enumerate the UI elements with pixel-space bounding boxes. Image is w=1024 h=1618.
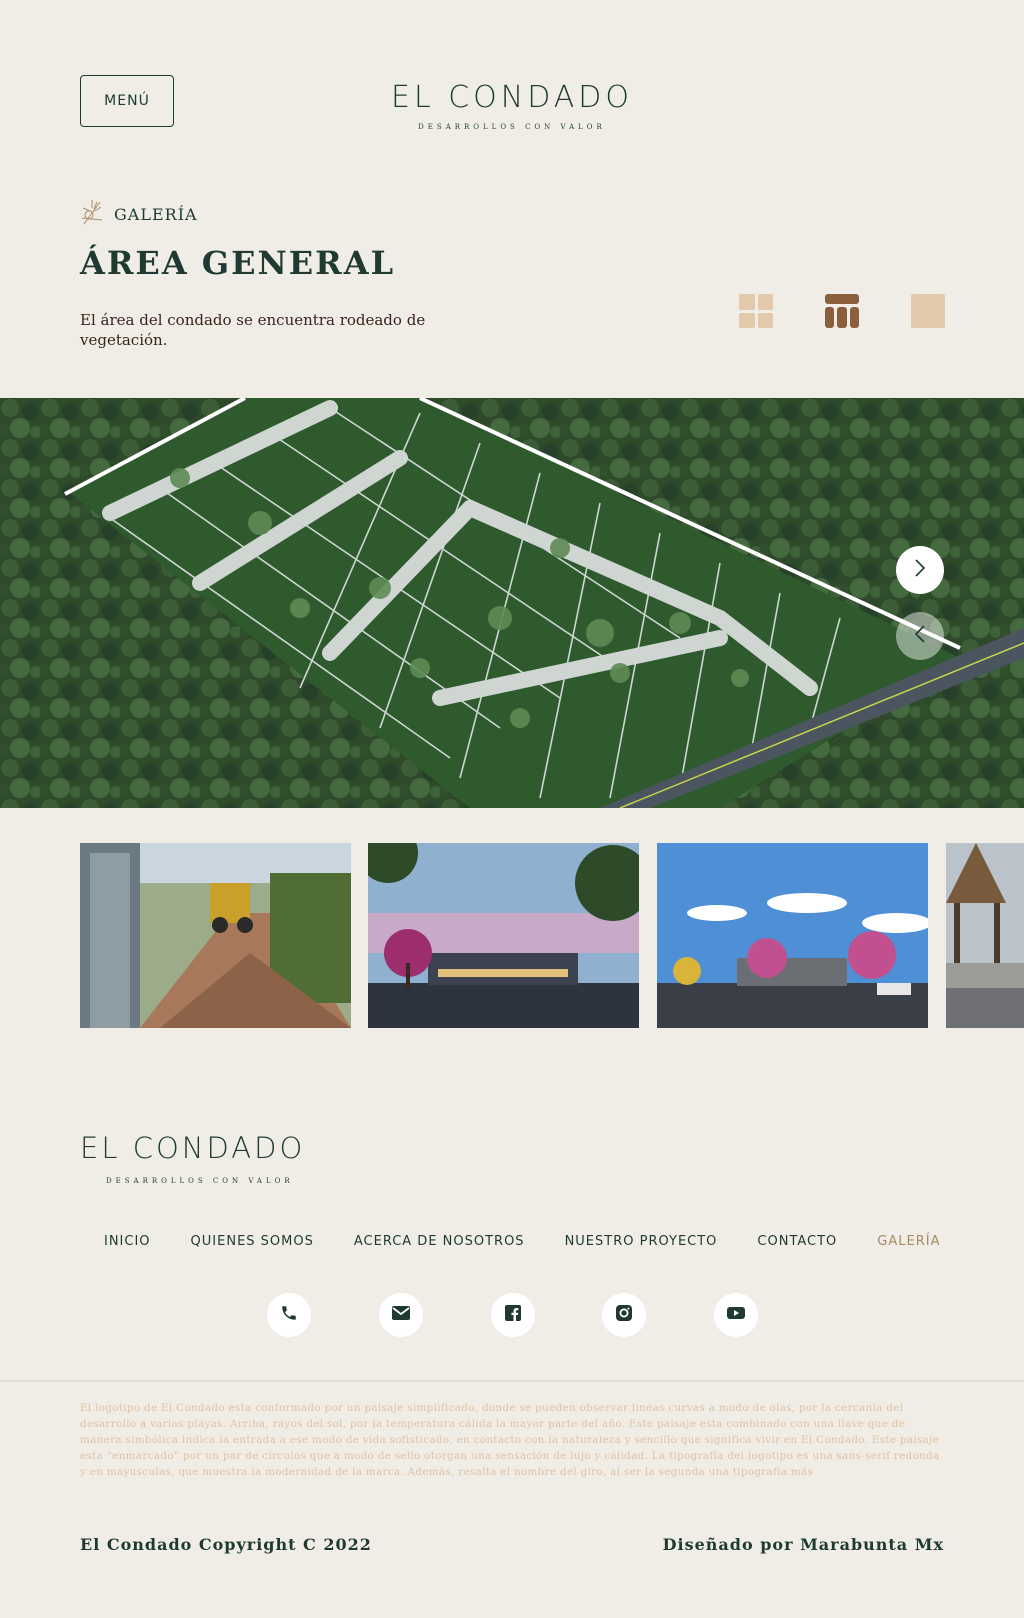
mixed-view-icon[interactable] xyxy=(825,294,859,328)
page-description: El área del condado se encuentra rodeado… xyxy=(80,311,426,349)
key-sun-icon xyxy=(80,198,104,230)
footer-nav-quienes-somos[interactable]: QUIENES SOMOS xyxy=(191,1234,314,1249)
thumbnail-entrance-dusk[interactable] xyxy=(368,843,639,1028)
designer-credit[interactable]: Diseñado por Marabunta Mx xyxy=(663,1535,944,1554)
facebook-button[interactable] xyxy=(491,1293,535,1337)
copyright-text: El Condado Copyright C 2022 xyxy=(80,1535,372,1554)
footer-nav-acerca-de-nosotros[interactable]: ACERCA DE NOSOTROS xyxy=(354,1234,525,1249)
youtube-icon xyxy=(726,1305,746,1325)
thumbnail-construction[interactable] xyxy=(80,843,351,1028)
footer-nav-contacto[interactable]: CONTACTO xyxy=(757,1234,837,1249)
logo-name: EL CONDADO xyxy=(390,80,634,115)
legal-text: El logotipo de El Condado esta conformad… xyxy=(80,1402,940,1478)
facebook-icon xyxy=(504,1304,522,1326)
footer-nav-galeria[interactable]: GALERÍA xyxy=(877,1234,940,1249)
thumbnail-strip xyxy=(80,843,1024,1028)
menu-button[interactable]: MENÚ xyxy=(80,75,174,127)
page-title: ÁREA GENERAL xyxy=(80,244,396,282)
instagram-icon xyxy=(615,1304,633,1326)
section-label: GALERÍA xyxy=(80,198,198,230)
prev-slide-button[interactable] xyxy=(896,612,944,660)
footer-nav-nuestro-proyecto[interactable]: NUESTRO PROYECTO xyxy=(565,1234,718,1249)
grid-view-icon[interactable] xyxy=(739,294,773,328)
header-logo[interactable]: EL CONDADO DESARROLLOS CON VALOR xyxy=(380,80,644,131)
phone-icon xyxy=(280,1304,298,1326)
single-view-icon[interactable] xyxy=(911,294,945,328)
mail-icon xyxy=(391,1305,411,1325)
footer-logo-name: EL CONDADO xyxy=(80,1131,306,1165)
mail-button[interactable] xyxy=(379,1293,423,1337)
chevron-right-icon xyxy=(912,558,928,582)
next-slide-button[interactable] xyxy=(896,546,944,594)
footer-logo[interactable]: EL CONDADO DESARROLLOS CON VALOR xyxy=(80,1131,302,1185)
footer-nav: INICIO QUIENES SOMOS ACERCA DE NOSOTROS … xyxy=(104,1234,940,1249)
thumbnail-entrance-day[interactable] xyxy=(657,843,928,1028)
hero-image xyxy=(0,398,1024,808)
instagram-button[interactable] xyxy=(602,1293,646,1337)
footer-logo-tagline: DESARROLLOS CON VALOR xyxy=(106,1177,294,1185)
chevron-left-icon xyxy=(912,624,928,648)
thumbnail-palapa[interactable] xyxy=(946,843,1024,1028)
footer-divider xyxy=(0,1380,1024,1382)
phone-button[interactable] xyxy=(267,1293,311,1337)
logo-tagline: DESARROLLOS CON VALOR xyxy=(418,123,606,131)
section-label-text: GALERÍA xyxy=(114,204,198,224)
youtube-button[interactable] xyxy=(714,1293,758,1337)
footer-nav-inicio[interactable]: INICIO xyxy=(104,1234,151,1249)
